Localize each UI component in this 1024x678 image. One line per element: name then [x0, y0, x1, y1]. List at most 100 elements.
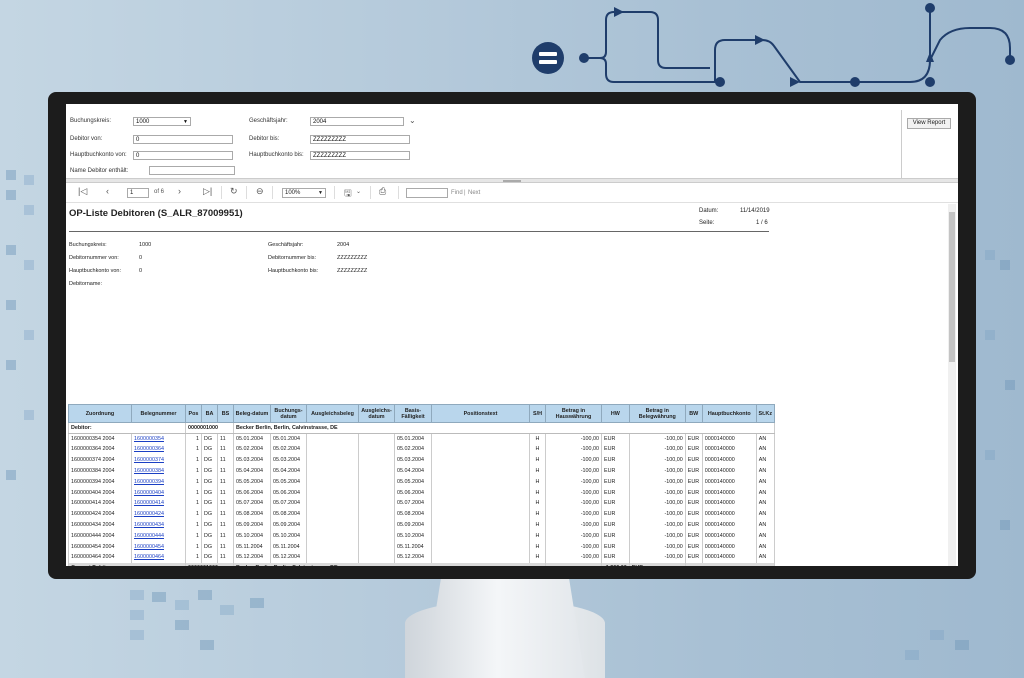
print-icon[interactable]: ⎙	[379, 186, 386, 197]
table-cell: 05.10.2004	[394, 530, 432, 542]
document-number-link[interactable]: 1600000404	[134, 490, 164, 496]
document-number-link[interactable]: 1600000354	[134, 436, 164, 442]
table-cell	[358, 444, 395, 455]
table-cell: AN	[755, 530, 775, 542]
table-cell: 11	[217, 454, 234, 466]
table-cell	[358, 465, 395, 477]
splitter-grip[interactable]	[503, 180, 521, 182]
table-cell: -100,00	[545, 519, 602, 531]
table-cell: 1600000464	[131, 552, 186, 563]
table-cell: AN	[755, 476, 775, 488]
table-cell: 05.02.2004	[233, 444, 271, 455]
table-cell: -100,00	[545, 465, 602, 477]
column-header: Ausgleichsbeleg	[306, 404, 359, 423]
table-cell: -100,00	[628, 530, 686, 542]
table-cell: H	[529, 508, 546, 520]
document-number-link[interactable]: 1600000464	[134, 554, 164, 560]
last-page-icon[interactable]: ▷|	[203, 186, 212, 197]
table-cell	[431, 519, 530, 531]
chevron-down-icon[interactable]: ⌄	[409, 116, 416, 125]
table-cell	[306, 519, 359, 531]
table-cell: DG	[201, 454, 218, 466]
parameter-panel: Buchungskreis: 1000 Geschäftsjahr: 2004 …	[66, 104, 958, 180]
table-cell: AN	[755, 541, 775, 553]
document-number-link[interactable]: 1600000394	[134, 479, 164, 485]
table-cell	[306, 454, 359, 466]
table-cell: 05.01.2004	[270, 433, 307, 445]
table-cell	[306, 530, 359, 542]
column-header: BA	[201, 404, 218, 423]
table-cell: AN	[755, 454, 775, 466]
table-cell: 05.10.2004	[270, 530, 307, 542]
table-cell	[358, 487, 395, 499]
table-cell	[358, 433, 395, 445]
hbk-von-input[interactable]: 0	[133, 151, 233, 160]
document-number-link[interactable]: 1600000384	[134, 468, 164, 474]
previous-page-icon[interactable]: ‹	[106, 186, 109, 196]
table-cell: H	[529, 530, 546, 542]
table-cell: 11	[217, 508, 234, 520]
zoom-select[interactable]: 100%	[282, 188, 326, 198]
table-cell: 05.02.2004	[394, 444, 432, 455]
table-cell	[431, 541, 530, 553]
document-number-link[interactable]: 1600000374	[134, 457, 164, 463]
hbk-bis-input[interactable]: ZZZZZZZZZ	[310, 151, 410, 160]
table-row: 1600000354 2004 1600000354 1 DG 11 05.01.2004…	[68, 433, 775, 445]
table-cell: 05.03.2004	[270, 454, 307, 466]
view-report-button[interactable]: View Report	[907, 118, 951, 129]
document-number-link[interactable]: 1600000424	[134, 511, 164, 517]
geschaeftsjahr-input[interactable]: 2004	[310, 117, 404, 126]
datum-label: Datum:	[699, 208, 719, 214]
debitor-von-input[interactable]: 0	[133, 135, 233, 144]
table-cell: 05.12.2004	[233, 552, 271, 563]
scrollbar-thumb[interactable]	[949, 212, 955, 362]
table-cell: 1600000434 2004	[68, 519, 132, 531]
table-cell	[431, 454, 530, 466]
next-page-icon[interactable]: ›	[178, 186, 181, 196]
first-page-icon[interactable]: |◁	[78, 186, 87, 197]
refresh-icon[interactable]: ↻	[230, 186, 238, 197]
table-cell: EUR	[601, 498, 630, 509]
table-cell: 11	[217, 519, 234, 531]
table-cell: 1	[185, 444, 202, 455]
document-number-link[interactable]: 1600000444	[134, 533, 164, 539]
table-cell: 11	[217, 530, 234, 542]
table-cell: 0000140000	[701, 508, 757, 520]
name-debitor-input[interactable]	[149, 166, 235, 175]
table-cell: 1600000364 2004	[68, 444, 132, 455]
table-cell	[431, 498, 530, 509]
document-number-link[interactable]: 1600000414	[134, 500, 164, 506]
table-cell: 1	[185, 541, 202, 553]
vertical-scrollbar[interactable]	[948, 204, 956, 566]
column-header: Betrag in Belegwährung	[628, 404, 686, 423]
table-cell: H	[529, 444, 546, 455]
document-number-link[interactable]: 1600000434	[134, 522, 164, 528]
page-number-input[interactable]: 1	[127, 188, 149, 198]
table-cell: 05.10.2004	[233, 530, 271, 542]
document-number-link[interactable]: 1600000364	[134, 446, 164, 452]
table-cell: AN	[755, 465, 775, 477]
chevron-down-icon[interactable]: ⌄	[356, 188, 361, 195]
table-cell: 11	[217, 476, 234, 488]
next-link[interactable]: Next	[468, 190, 480, 196]
table-cell: 1600000434	[131, 519, 186, 531]
find-link[interactable]: Find	[451, 190, 463, 196]
document-number-link[interactable]: 1600000454	[134, 544, 164, 550]
back-icon[interactable]: ⊖	[256, 186, 264, 197]
table-cell: 05.11.2004	[394, 541, 432, 553]
table-cell: 05.09.2004	[394, 519, 432, 531]
buchungskreis-select[interactable]: 1000	[133, 117, 191, 126]
divider	[370, 186, 371, 199]
debitor-bis-input[interactable]: ZZZZZZZZZ	[310, 135, 410, 144]
table-cell	[431, 552, 530, 563]
table-row: 1600000434 2004 1600000434 1 DG 11 05.09.2004…	[68, 519, 775, 531]
find-input[interactable]	[406, 188, 448, 198]
save-icon[interactable]: 🖫	[344, 186, 352, 202]
table-cell: 1600000354 2004	[68, 433, 132, 445]
table-cell: 1600000414	[131, 498, 186, 509]
table-cell: 05.02.2004	[270, 444, 307, 455]
table-cell: -100,00	[628, 541, 686, 553]
table-cell: 0000140000	[701, 465, 757, 477]
table-row: 1600000454 2004 1600000454 1 DG 11 05.11.2004…	[68, 541, 775, 553]
table-cell	[358, 508, 395, 520]
